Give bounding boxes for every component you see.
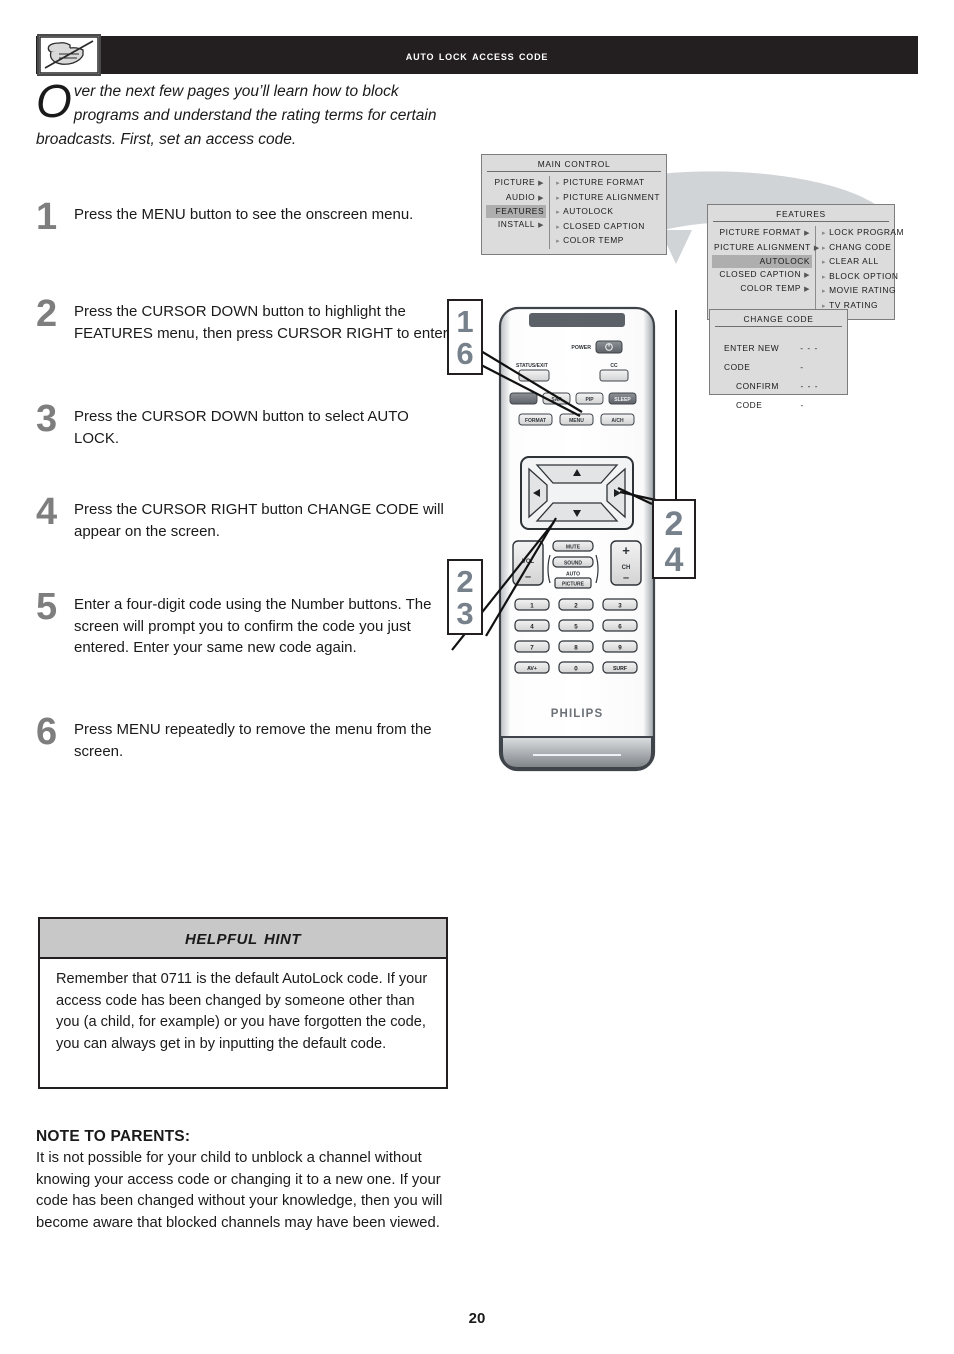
note-title: NOTE TO PARENTS: — [36, 1128, 191, 1145]
field-label: ENTER NEW CODE — [724, 343, 780, 372]
step-text: Press the CURSOR RIGHT button CHANGE COD… — [74, 501, 444, 540]
osd-submenu-item[interactable]: ▸ BLOCK OPTION — [820, 270, 906, 285]
step-item: 6 Press MENU repeatedly to remove the me… — [36, 711, 456, 775]
osd-title: CHANGE CODE — [715, 312, 842, 327]
osd-field-enter-new-code[interactable]: ENTER NEW CODE - - - - — [720, 339, 837, 377]
osd-item-label: LOCK PROGRAM — [829, 227, 905, 237]
chevron-right-icon: ▶ — [804, 271, 810, 279]
callout-line: 3 — [456, 596, 474, 631]
osd-item-label: CLEAR ALL — [829, 256, 879, 267]
step-item: 5 Enter a four-digit code using the Numb… — [36, 586, 456, 710]
step-text: Press the CURSOR DOWN button to select A… — [74, 408, 409, 447]
osd-submenu-item[interactable]: ▸ LOCK PROGRAM — [820, 226, 906, 241]
osd-submenu-item[interactable]: ▸ MOVIE RATING — [820, 284, 906, 299]
helpful-hint-box: Helpful Hint Remember that 0711 is the d… — [38, 917, 448, 1089]
helpful-hint-body: Remember that 0711 is the default AutoLo… — [56, 971, 428, 1052]
callout-step-1-6: 1 6 — [447, 299, 483, 375]
callout-line: 2 — [664, 505, 684, 543]
field-label: CONFIRM CODE — [736, 381, 779, 410]
intro-paragraph: Over the next few pages you’ll learn how… — [36, 75, 456, 152]
page-header-bar: Auto Lock Access Code — [36, 36, 918, 74]
step-item: 4 Press the CURSOR RIGHT button CHANGE C… — [36, 491, 456, 585]
chevron-right-icon: ▶ — [804, 286, 810, 294]
step-text: Enter a four-digit code using the Number… — [74, 596, 432, 656]
callout-line: 2 — [456, 564, 474, 599]
osd-item-label: CLOSED CAPTION — [719, 268, 802, 279]
callout-line: 1 — [456, 304, 474, 339]
step-number: 1 — [36, 196, 58, 238]
step-item: 2 Press the CURSOR DOWN button to highli… — [36, 293, 456, 397]
osd-item-label: BLOCK OPTION — [829, 270, 899, 281]
step-number: 3 — [36, 398, 58, 440]
intro-text: ver the next few pages you’ll learn how … — [36, 83, 437, 148]
field-value: - - - - — [800, 381, 819, 410]
callout-step-2-3: 2 3 — [447, 559, 483, 635]
osd-item-label: CHANG CODE — [829, 241, 892, 252]
callout-line: 4 — [664, 541, 684, 579]
osd-item-label: MOVIE RATING — [829, 285, 897, 296]
callout-line: 6 — [456, 336, 474, 371]
field-value: - - - - — [800, 343, 819, 372]
osd-submenu-item[interactable]: ▸ CLEAR ALL — [820, 255, 906, 270]
osd-item-label: COLOR TEMP — [740, 283, 802, 294]
osd-title: FEATURES — [713, 207, 889, 222]
helpful-hint-title: Helpful Hint — [40, 919, 446, 959]
osd-submenu-item[interactable]: ▸ CHANG CODE — [820, 241, 906, 256]
step-text: Press the MENU button to see the onscree… — [74, 206, 414, 223]
intro-dropcap: O — [36, 75, 72, 127]
osd-item-label: PICTURE FORMAT — [719, 227, 802, 237]
callout-step-2-4: 2 4 — [652, 499, 696, 579]
callout-leader-lines — [451, 310, 677, 651]
step-number: 4 — [36, 491, 58, 533]
chevron-right-icon: ▶ — [804, 230, 810, 237]
step-item: 3 Press the CURSOR DOWN button to select… — [36, 398, 456, 490]
osd-item-label: AUTOLOCK — [759, 256, 810, 267]
step-item: 1 Press the MENU button to see the onscr… — [36, 196, 456, 292]
osd-field-confirm-code[interactable]: CONFIRM CODE - - - - — [720, 377, 837, 415]
steps-list: 1 Press the MENU button to see the onscr… — [36, 196, 456, 780]
note-body: It is not possible for your child to unb… — [36, 1150, 443, 1231]
note-to-parents: NOTE TO PARENTS: It is not possible for … — [36, 1128, 446, 1234]
no-touch-tv-hand-icon — [37, 34, 101, 76]
osd-features: FEATURES PICTURE FORMAT ▶ PICTURE ALIGNME… — [707, 204, 904, 320]
step-number: 6 — [36, 711, 58, 753]
step-text: Press the CURSOR DOWN button to highligh… — [74, 303, 452, 342]
step-text: Press MENU repeatedly to remove the menu… — [74, 721, 432, 760]
step-number: 5 — [36, 586, 58, 628]
page-title: Auto Lock Access Code — [405, 47, 549, 63]
step-number: 2 — [36, 293, 58, 335]
page-number: 20 — [468, 1310, 486, 1327]
